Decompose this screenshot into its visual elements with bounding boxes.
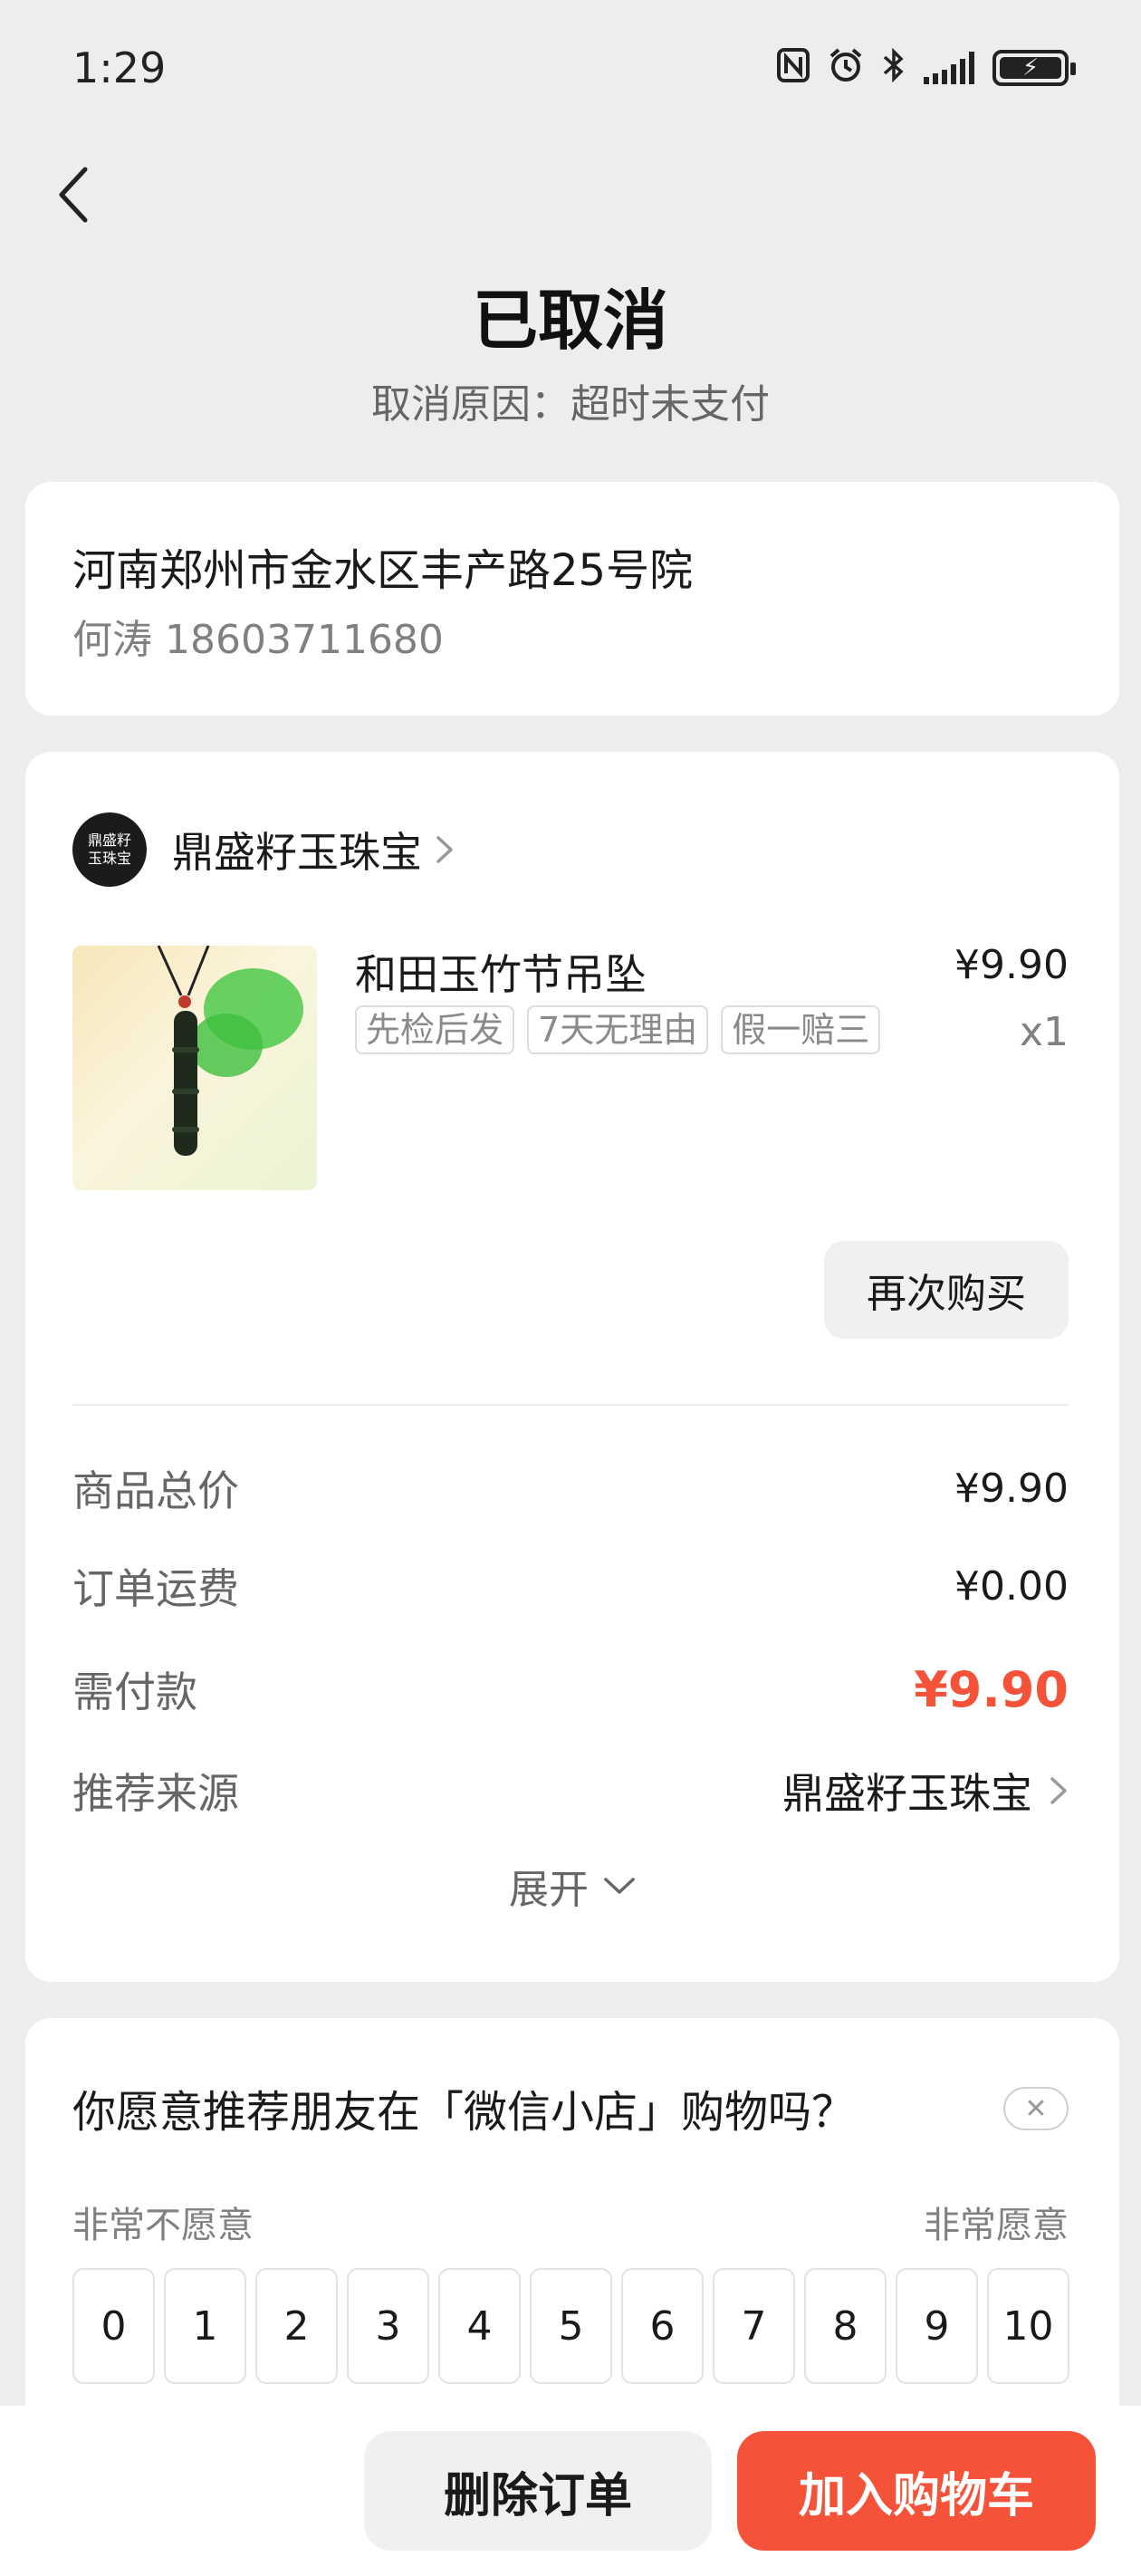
expand-button[interactable]: 展开 — [25, 1857, 1119, 1915]
expand-label: 展开 — [509, 1867, 589, 1913]
payable-row: 需付款 ¥9.90 — [72, 1658, 1069, 1721]
signal-icon — [924, 52, 974, 84]
source-row[interactable]: 推荐来源 鼎盛籽玉珠宝 — [72, 1759, 1069, 1822]
payable-value: ¥9.90 — [914, 1660, 1069, 1718]
source-label: 推荐来源 — [72, 1769, 239, 1818]
scale-low-label: 非常不愿意 — [72, 2205, 254, 2246]
buy-again-button[interactable]: 再次购买 — [824, 1241, 1069, 1339]
score-option[interactable]: 1 — [164, 2268, 246, 2384]
address-card: 河南郑州市金水区丰产路25号院 何涛 18603711680 — [25, 482, 1119, 716]
alarm-icon — [828, 47, 864, 89]
score-option[interactable]: 5 — [530, 2268, 612, 2384]
product-title[interactable]: 和田玉竹节吊坠 — [355, 942, 647, 1002]
close-icon: ✕ — [1024, 2092, 1048, 2125]
source-value-group: 鼎盛籽玉珠宝 — [782, 1761, 1069, 1821]
back-button[interactable] — [36, 159, 109, 231]
shipping-label: 订单运费 — [72, 1564, 239, 1613]
chevron-right-icon — [1050, 1777, 1067, 1804]
page-title: 已取消 — [472, 283, 668, 359]
bluetooth-icon — [882, 47, 906, 89]
shipping-value: ¥0.00 — [954, 1562, 1069, 1610]
score-option[interactable]: 2 — [255, 2268, 338, 2384]
survey-question: 你愿意推荐朋友在「微信小店」购物吗？ — [72, 2087, 856, 2138]
score-option[interactable]: 6 — [621, 2268, 704, 2384]
product-quantity: x1 — [1019, 1009, 1069, 1055]
product-tag: 假一赔三 — [721, 1005, 881, 1054]
bottom-action-bar: 删除订单 加入购物车 — [0, 2406, 1141, 2576]
score-option[interactable]: 8 — [804, 2268, 887, 2384]
shipping-row: 订单运费 ¥0.00 — [72, 1554, 1069, 1618]
chevron-left-icon — [59, 167, 88, 223]
delete-order-button[interactable]: 删除订单 — [364, 2431, 712, 2551]
source-value: 鼎盛籽玉珠宝 — [782, 1769, 1032, 1818]
chevron-right-icon — [436, 836, 453, 863]
chevron-down-icon — [604, 1878, 635, 1894]
status-bar: 1:29 ⚡ — [0, 0, 1141, 136]
nfc-icon — [777, 48, 810, 88]
add-to-cart-button[interactable]: 加入购物车 — [737, 2431, 1096, 2551]
score-option[interactable]: 3 — [347, 2268, 429, 2384]
score-option[interactable]: 7 — [713, 2268, 795, 2384]
score-option[interactable]: 10 — [987, 2268, 1069, 2384]
status-time: 1:29 — [72, 43, 167, 92]
shop-link[interactable]: 鼎盛籽玉珠宝 鼎盛籽玉珠宝 — [72, 812, 455, 888]
product-tag: 先检后发 — [355, 1005, 515, 1054]
cancel-reason: 取消原因：超时未支付 — [371, 381, 770, 428]
order-card: 鼎盛籽玉珠宝 鼎盛籽玉珠宝 和田玉竹节吊坠 先检后发 7天无理由 假一赔三 ¥9… — [25, 752, 1119, 1982]
battery-charging-icon: ⚡ — [992, 50, 1076, 86]
product-price: ¥9.90 — [954, 942, 1069, 988]
goods-total-value: ¥9.90 — [954, 1465, 1069, 1512]
survey-close-button[interactable]: ✕ — [1003, 2087, 1069, 2130]
status-icons: ⚡ — [777, 47, 1076, 89]
goods-total-label: 商品总价 — [72, 1466, 239, 1515]
product-image[interactable] — [72, 946, 317, 1190]
score-option[interactable]: 4 — [438, 2268, 521, 2384]
scale-high-label: 非常愿意 — [924, 2205, 1069, 2246]
shop-name: 鼎盛籽玉珠宝 — [172, 828, 422, 877]
product-tags: 先检后发 7天无理由 假一赔三 — [355, 1005, 881, 1054]
shop-logo: 鼎盛籽玉珠宝 — [72, 812, 147, 887]
score-option[interactable]: 0 — [72, 2268, 155, 2384]
divider — [72, 1404, 1069, 1406]
address-contact: 何涛 18603711680 — [72, 617, 444, 663]
address-line: 河南郑州市金水区丰产路25号院 — [72, 545, 694, 596]
payable-label: 需付款 — [72, 1668, 197, 1716]
product-tag: 7天无理由 — [527, 1005, 709, 1054]
score-options: 0 1 2 3 4 5 6 7 8 9 10 — [72, 2268, 1069, 2384]
goods-total-row: 商品总价 ¥9.90 — [72, 1456, 1069, 1520]
score-option[interactable]: 9 — [896, 2268, 978, 2384]
